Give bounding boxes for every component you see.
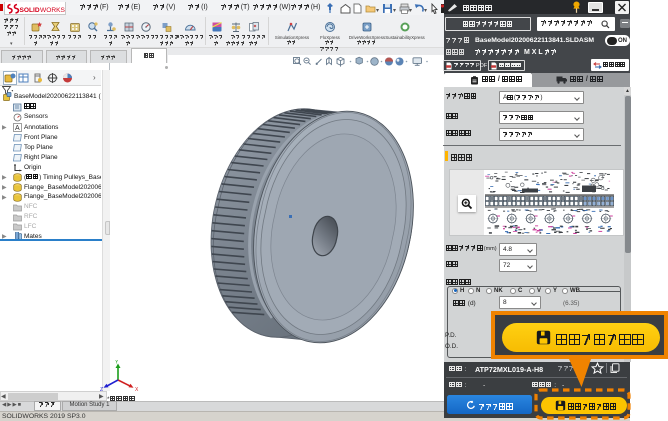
svg-text:X: X	[135, 387, 139, 393]
